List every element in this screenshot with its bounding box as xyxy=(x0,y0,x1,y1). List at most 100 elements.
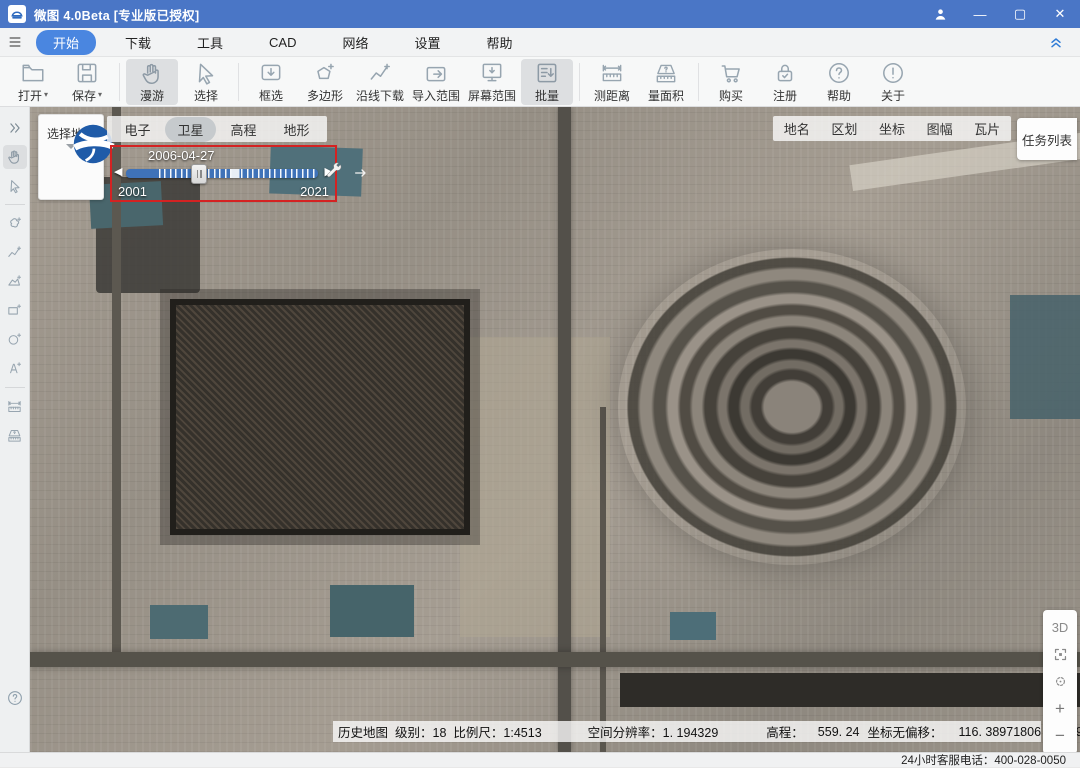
timeline-start-year: 2001 xyxy=(118,184,147,199)
left-tool-sidebar xyxy=(0,107,30,752)
zoom-level-label: 级别：18 xyxy=(395,722,446,741)
batch-button[interactable]: 批量 xyxy=(521,59,573,105)
register-button[interactable]: 注册 xyxy=(759,59,811,105)
open-button[interactable]: 打开▾ xyxy=(7,59,59,105)
draw-circle-icon[interactable] xyxy=(3,328,27,352)
register-label: 注册 xyxy=(773,87,797,104)
measure-area-button[interactable]: 量面积 xyxy=(640,59,692,105)
collapse-ribbon-icon[interactable] xyxy=(1048,34,1064,50)
title-bar: 微图 4.0Beta [专业版已授权] — ▢ ✕ xyxy=(0,0,1080,28)
main-toolbar: 打开▾ 保存▾ 漫游 选择 框选 多边形 沿线下载 导入范围 屏幕范围 批量 xyxy=(0,57,1080,107)
tab-electronic-map[interactable]: 电子 xyxy=(112,117,162,142)
menu-item-cad[interactable]: CAD xyxy=(252,32,313,53)
measure-distance-label: 测距离 xyxy=(594,87,630,104)
scale-label: 比例尺：1:4513 xyxy=(453,722,541,741)
overlay-districts-button[interactable]: 区划 xyxy=(831,119,857,138)
box-select-button[interactable]: 框选 xyxy=(245,59,297,105)
map-status-overlay: 历史地图 级别：18 比例尺：1:4513 空间分辨率：1. 194329 高程… xyxy=(333,721,1041,742)
box-select-label: 框选 xyxy=(259,87,283,104)
about-label: 关于 xyxy=(881,87,905,104)
screen-range-label: 屏幕范围 xyxy=(468,87,516,104)
tab-terrain-map[interactable]: 地形 xyxy=(271,117,321,142)
select-button[interactable]: 选择 xyxy=(180,59,232,105)
toggle-3d-button[interactable]: 3D xyxy=(1047,616,1073,640)
map-source-selector[interactable]: 选择地图 xyxy=(38,114,104,200)
history-time-slider[interactable]: 2006-04-27 ◀ ▶ 2001 2021 xyxy=(110,145,337,202)
add-text-icon[interactable] xyxy=(3,357,27,381)
overlay-coordinates-button[interactable]: 坐标 xyxy=(879,119,905,138)
draw-polyline-icon[interactable] xyxy=(3,241,27,265)
along-line-download-button[interactable]: 沿线下载 xyxy=(353,59,407,105)
menu-item-start[interactable]: 开始 xyxy=(36,30,96,55)
task-list-button[interactable]: 任务列表 xyxy=(1017,118,1077,160)
zoom-out-button[interactable]: − xyxy=(1047,724,1073,748)
pan-hand-icon[interactable] xyxy=(3,145,27,169)
map-view-controls: 3D + − xyxy=(1043,610,1077,752)
toolbar-separator xyxy=(238,63,239,101)
about-button[interactable]: 关于 xyxy=(867,59,919,105)
layer-tab-bar: 电子 卫星 高程 地形 xyxy=(107,116,327,142)
sidebar-help-icon[interactable] xyxy=(3,686,27,710)
maximize-button[interactable]: ▢ xyxy=(1000,0,1040,28)
dropdown-caret-icon: ▾ xyxy=(44,90,48,99)
buy-button[interactable]: 购买 xyxy=(705,59,757,105)
screen-range-button[interactable]: 屏幕范围 xyxy=(465,59,519,105)
overlay-mapsheet-button[interactable]: 图幅 xyxy=(927,119,953,138)
minimize-button[interactable]: — xyxy=(960,0,1000,28)
tab-elevation-map[interactable]: 高程 xyxy=(218,117,268,142)
elevation-value: 559. 24 xyxy=(818,725,860,739)
overlay-layer-bar: 地名 区划 坐标 图幅 瓦片 xyxy=(773,116,1011,141)
select-cursor-icon[interactable] xyxy=(3,174,27,198)
help-button[interactable]: 帮助 xyxy=(813,59,865,105)
app-status-bar: 24小时客服电话：400-028-0050 xyxy=(0,752,1080,767)
select-label: 选择 xyxy=(194,87,218,104)
zoom-in-button[interactable]: + xyxy=(1047,697,1073,721)
construction-site-area xyxy=(170,299,470,535)
menu-item-help[interactable]: 帮助 xyxy=(470,30,530,55)
longitude-value: 116. 38971806 xyxy=(959,725,1042,739)
close-button[interactable]: ✕ xyxy=(1040,0,1080,28)
timeline-slider-handle[interactable] xyxy=(191,164,207,184)
menu-item-download[interactable]: 下载 xyxy=(108,30,168,55)
menu-item-network[interactable]: 网络 xyxy=(326,30,386,55)
sidebar-divider xyxy=(5,204,25,205)
measure-distance-icon[interactable] xyxy=(3,395,27,419)
elevation-caption: 高程： xyxy=(766,722,804,741)
pan-label: 漫游 xyxy=(140,87,164,104)
save-button[interactable]: 保存▾ xyxy=(61,59,113,105)
app-logo-icon xyxy=(8,5,26,23)
locate-icon[interactable] xyxy=(1047,670,1073,694)
draw-polygon-icon[interactable] xyxy=(3,270,27,294)
hamburger-menu-icon[interactable] xyxy=(0,34,30,50)
measure-distance-button[interactable]: 测距离 xyxy=(586,59,638,105)
expand-panel-icon[interactable] xyxy=(3,116,27,140)
fullscreen-icon[interactable] xyxy=(1047,643,1073,667)
tab-satellite-map[interactable]: 卫星 xyxy=(165,117,215,142)
timeline-prev-icon[interactable]: ◀ xyxy=(114,165,122,178)
window-title: 微图 4.0Beta [专业版已授权] xyxy=(34,5,199,24)
menu-item-tools[interactable]: 工具 xyxy=(180,30,240,55)
pan-button[interactable]: 漫游 xyxy=(126,59,178,105)
open-label: 打开 xyxy=(18,87,42,104)
overlay-tiles-button[interactable]: 瓦片 xyxy=(974,119,1000,138)
sidebar-divider xyxy=(5,387,25,388)
user-account-icon[interactable] xyxy=(920,0,960,28)
toolbar-separator xyxy=(698,63,699,101)
toolbar-separator xyxy=(579,63,580,101)
batch-label: 批量 xyxy=(535,87,559,104)
map-canvas[interactable]: 选择地图 电子 卫星 高程 地形 2006-04-27 ◀ ▶ 2001 202… xyxy=(30,107,1080,752)
menu-bar: 开始 下载 工具 CAD 网络 设置 帮助 xyxy=(0,28,1080,57)
menu-item-settings[interactable]: 设置 xyxy=(398,30,458,55)
polygon-label: 多边形 xyxy=(307,87,343,104)
save-label: 保存 xyxy=(72,87,96,104)
dropdown-caret-icon: ▾ xyxy=(98,90,102,99)
draw-rectangle-icon[interactable] xyxy=(3,299,27,323)
import-range-button[interactable]: 导入范围 xyxy=(409,59,463,105)
measure-area-icon[interactable] xyxy=(3,424,27,448)
timeline-track[interactable] xyxy=(126,169,318,178)
timeline-end-year: 2021 xyxy=(300,184,329,199)
draw-blob-icon[interactable] xyxy=(3,212,27,236)
stadium-under-construction xyxy=(618,249,966,565)
overlay-placenames-button[interactable]: 地名 xyxy=(784,119,810,138)
polygon-button[interactable]: 多边形 xyxy=(299,59,351,105)
